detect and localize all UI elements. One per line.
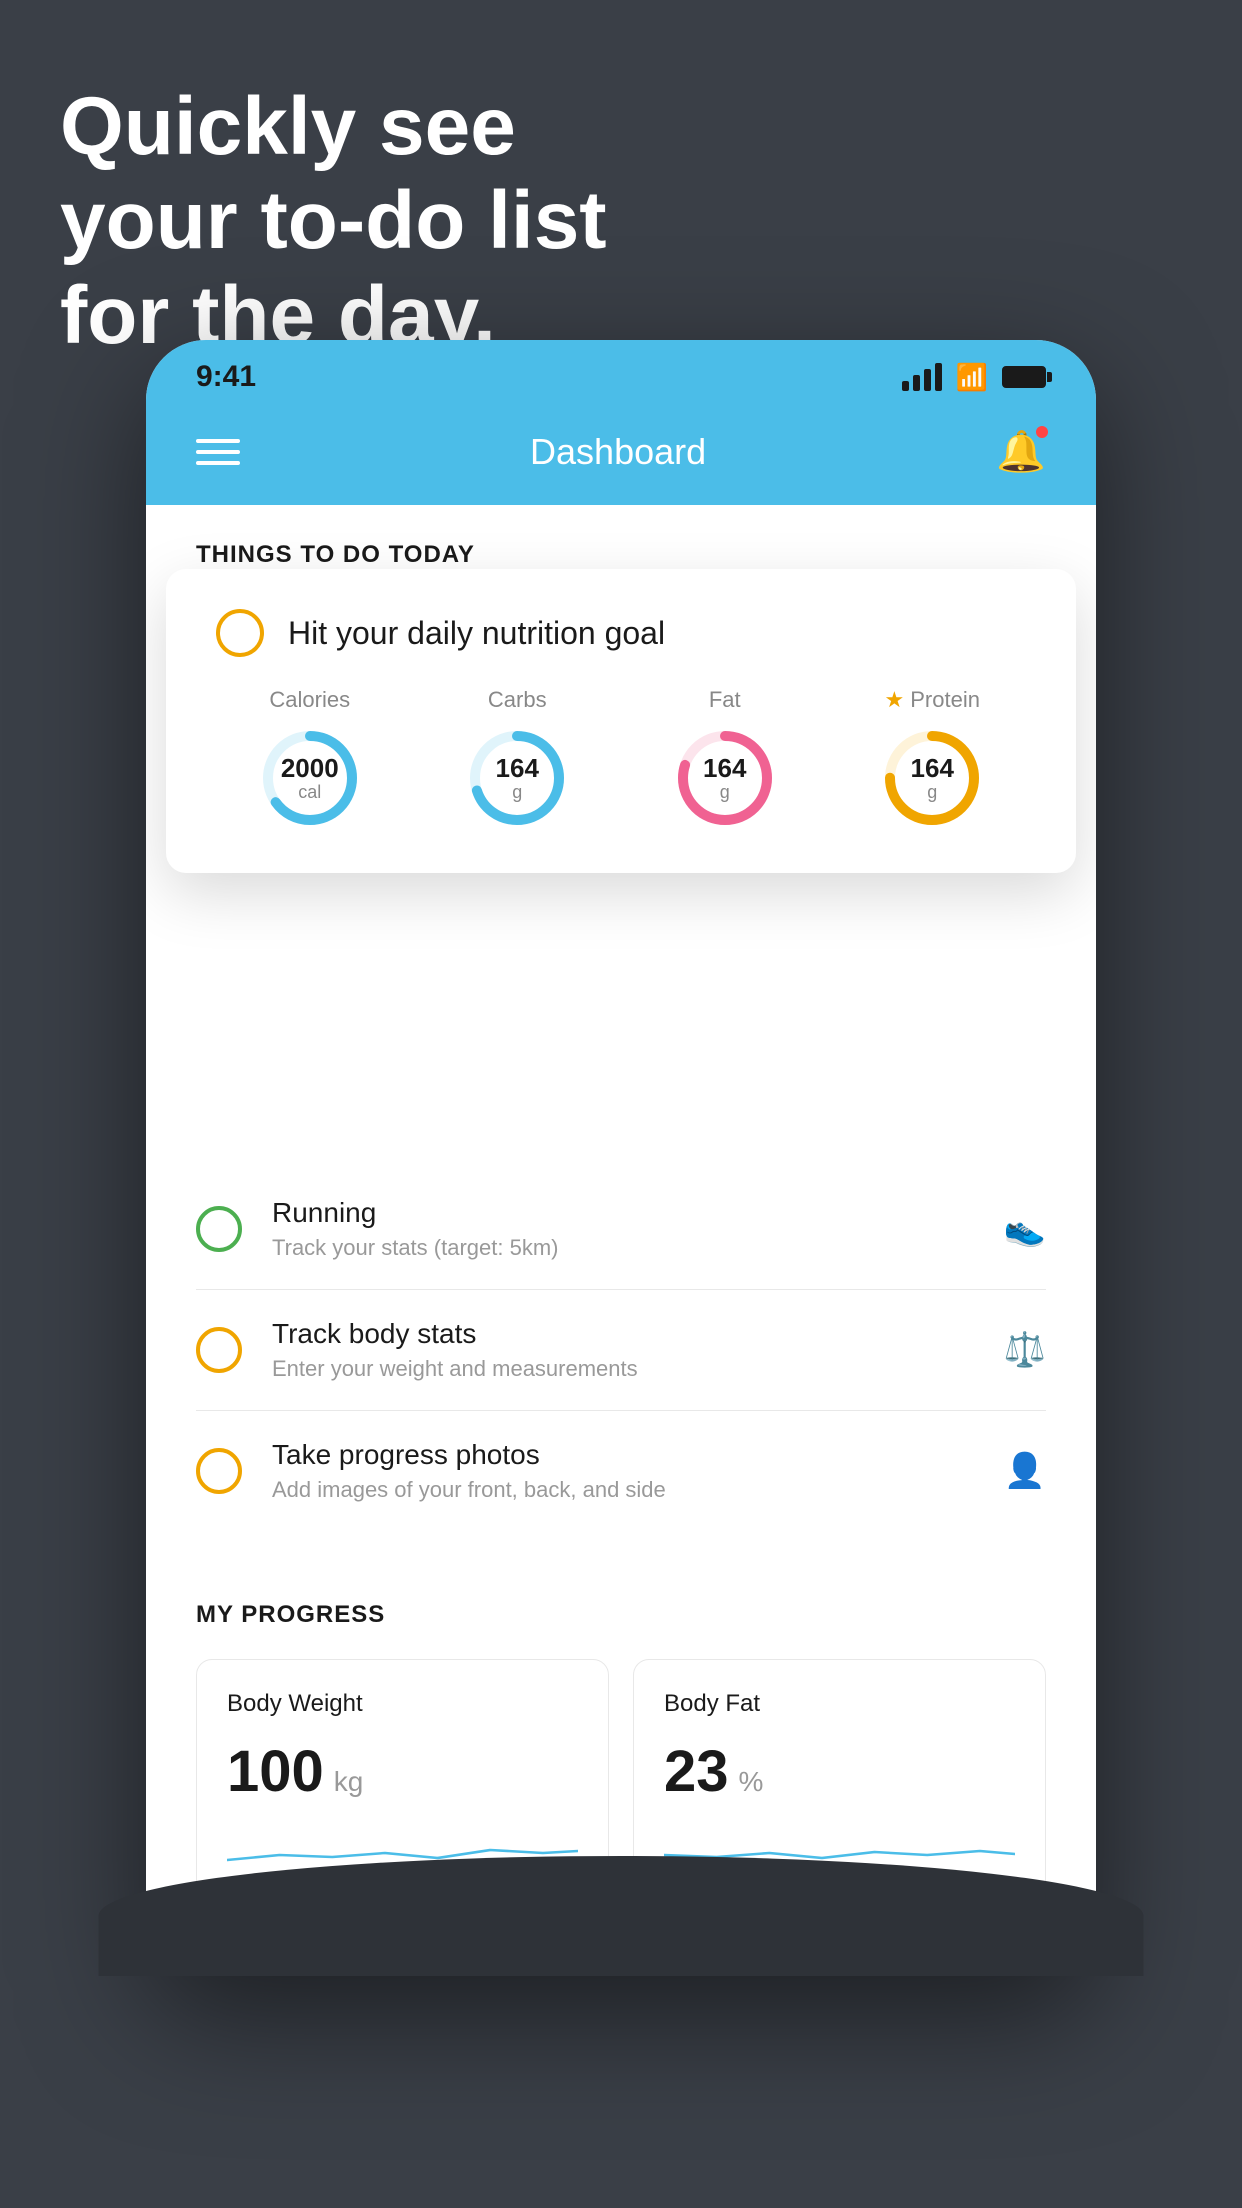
- todo-circle-running: [196, 1206, 242, 1252]
- todo-circle-body-stats: [196, 1327, 242, 1373]
- todo-subtitle-running: Track your stats (target: 5km): [272, 1235, 974, 1261]
- calories-label: Calories: [269, 687, 350, 713]
- todo-content-running: Running Track your stats (target: 5km): [272, 1197, 974, 1261]
- carbs-label: Carbs: [488, 687, 547, 713]
- nutrition-highlight-card[interactable]: Hit your daily nutrition goal Calories: [166, 569, 1076, 873]
- person-icon: 👤: [1004, 1451, 1046, 1491]
- things-todo-title: THINGS TO DO TODAY: [196, 541, 1046, 569]
- carbs-donut: 164 g: [462, 723, 572, 833]
- bottom-decoration: [99, 1856, 1144, 1976]
- body-weight-card-title: Body Weight: [227, 1690, 578, 1718]
- nutrition-protein: ★ Protein 164: [877, 687, 987, 833]
- things-todo-section: THINGS TO DO TODAY Hit your daily nutrit…: [146, 505, 1096, 889]
- todo-title-running: Running: [272, 1197, 974, 1229]
- todo-content-photos: Take progress photos Add images of your …: [272, 1439, 974, 1503]
- nutrition-card-title: Hit your daily nutrition goal: [288, 615, 665, 652]
- body-weight-number: 100: [227, 1738, 324, 1805]
- body-fat-value-row: 23 %: [664, 1738, 1015, 1805]
- phone-screen: 9:41 📶 Dashboard 🔔: [146, 340, 1096, 1976]
- task-circle-nutrition: [216, 609, 264, 657]
- protein-label: ★ Protein: [885, 687, 980, 713]
- star-icon: ★: [885, 687, 905, 713]
- header-title: Dashboard: [530, 431, 706, 473]
- body-fat-card-title: Body Fat: [664, 1690, 1015, 1718]
- todo-item-body-stats[interactable]: Track body stats Enter your weight and m…: [196, 1290, 1046, 1411]
- battery-icon: [1002, 366, 1046, 388]
- todo-subtitle-body-stats: Enter your weight and measurements: [272, 1356, 974, 1382]
- status-icons: 📶: [902, 362, 1046, 393]
- todo-item-photos[interactable]: Take progress photos Add images of your …: [196, 1411, 1046, 1531]
- fat-value: 164: [703, 754, 746, 783]
- fat-unit: g: [703, 782, 746, 802]
- app-body: THINGS TO DO TODAY Hit your daily nutrit…: [146, 505, 1096, 1976]
- notification-dot: [1034, 424, 1050, 440]
- calories-unit: cal: [281, 782, 339, 802]
- body-weight-value-row: 100 kg: [227, 1738, 578, 1805]
- phone-mockup: 9:41 📶 Dashboard 🔔: [146, 340, 1096, 1976]
- calories-donut: 2000 cal: [255, 723, 365, 833]
- protein-unit: g: [911, 782, 954, 802]
- nutrition-calories: Calories 2000 cal: [255, 687, 365, 833]
- hero-text: Quickly see your to-do list for the day.: [60, 80, 607, 363]
- calories-value: 2000: [281, 754, 339, 783]
- fat-donut: 164 g: [670, 723, 780, 833]
- todo-content-body-stats: Track body stats Enter your weight and m…: [272, 1318, 974, 1382]
- nutrition-fat: Fat 164 g: [670, 687, 780, 833]
- app-header: Dashboard 🔔: [146, 408, 1096, 505]
- body-fat-unit: %: [739, 1766, 764, 1798]
- hamburger-menu-button[interactable]: [196, 439, 240, 465]
- protein-donut: 164 g: [877, 723, 987, 833]
- todo-item-running[interactable]: Running Track your stats (target: 5km) 👟: [196, 1169, 1046, 1290]
- wifi-icon: 📶: [956, 362, 988, 393]
- todo-circle-photos: [196, 1448, 242, 1494]
- signal-icon: [902, 363, 942, 391]
- fat-label: Fat: [709, 687, 741, 713]
- body-fat-number: 23: [664, 1738, 729, 1805]
- todo-list: Running Track your stats (target: 5km) 👟…: [146, 1169, 1096, 1531]
- carbs-value: 164: [496, 754, 539, 783]
- status-time: 9:41: [196, 360, 256, 394]
- nutrition-stats-row: Calories 2000 cal: [216, 687, 1026, 833]
- body-weight-unit: kg: [334, 1766, 364, 1798]
- scale-icon: ⚖️: [1004, 1330, 1046, 1370]
- carbs-unit: g: [496, 782, 539, 802]
- status-bar: 9:41 📶: [146, 340, 1096, 408]
- shoe-icon: 👟: [1004, 1209, 1046, 1249]
- todo-title-photos: Take progress photos: [272, 1439, 974, 1471]
- notification-bell-button[interactable]: 🔔: [996, 428, 1046, 475]
- todo-title-body-stats: Track body stats: [272, 1318, 974, 1350]
- progress-title: MY PROGRESS: [196, 1601, 1046, 1629]
- todo-subtitle-photos: Add images of your front, back, and side: [272, 1477, 974, 1503]
- nutrition-carbs: Carbs 164 g: [462, 687, 572, 833]
- protein-value: 164: [911, 754, 954, 783]
